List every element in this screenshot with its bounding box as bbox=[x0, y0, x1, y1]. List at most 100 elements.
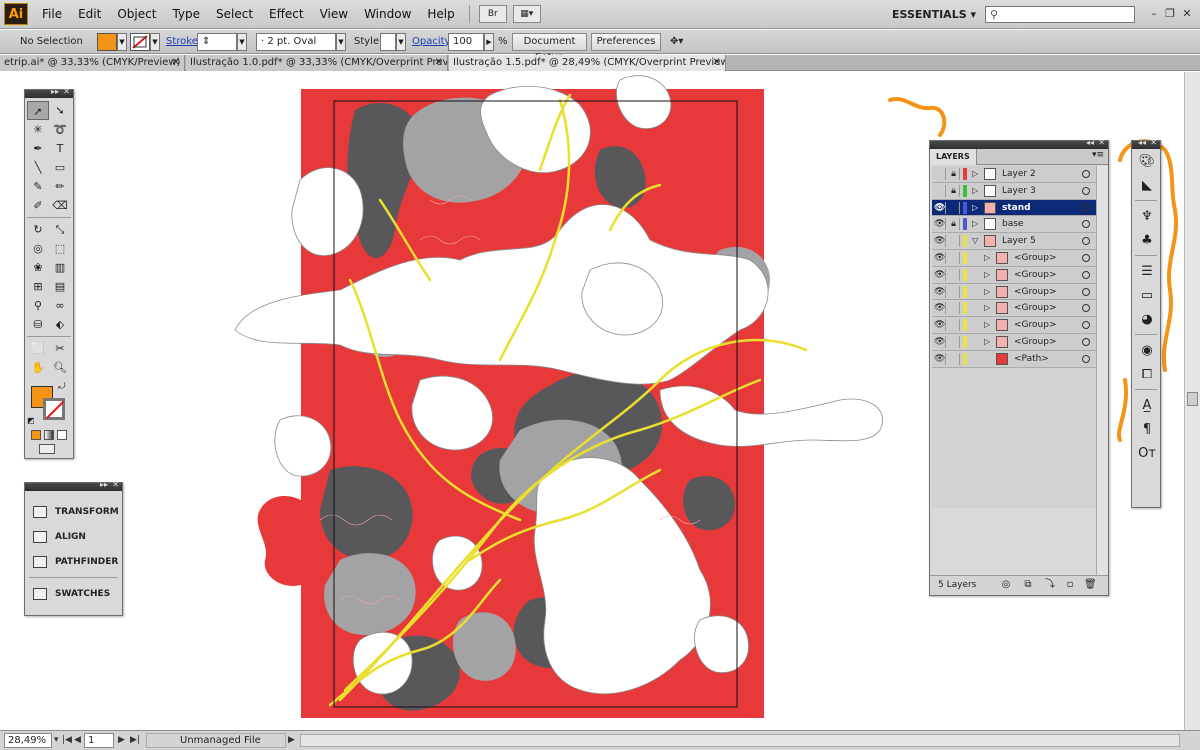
layer-row[interactable]: 👁︎ ▷ <Group> bbox=[932, 333, 1096, 351]
tab-ilustracao-1-0[interactable]: Ilustração 1.0.pdf* @ 33,33% (CMYK/Overp… bbox=[186, 55, 448, 71]
style-dropdown[interactable]: ▼ bbox=[396, 33, 406, 51]
target-circle-icon[interactable] bbox=[1082, 170, 1090, 178]
lock-icon[interactable] bbox=[948, 268, 960, 281]
control-options-icon[interactable]: ✥▾ bbox=[670, 33, 683, 51]
target-circle-icon[interactable] bbox=[1082, 220, 1090, 229]
live-paint-selection-tool-icon[interactable]: ⬖ bbox=[49, 315, 71, 334]
symbols-icon[interactable]: ♣ bbox=[1132, 228, 1162, 252]
target-circle-icon[interactable] bbox=[1082, 354, 1090, 363]
lock-icon[interactable]: 🔒︎ bbox=[948, 218, 960, 231]
type-tool-icon[interactable]: T bbox=[49, 139, 71, 158]
brush-dropdown[interactable]: ▼ bbox=[336, 33, 346, 51]
visibility-eye-icon[interactable] bbox=[934, 184, 946, 197]
bridge-button[interactable]: Br bbox=[478, 5, 507, 23]
collapsed-triangle-icon[interactable]: ▷ bbox=[984, 302, 994, 314]
gradient-panel-icon[interactable]: ▭ bbox=[1132, 283, 1162, 307]
opacity-label[interactable]: Opacity: bbox=[412, 33, 453, 51]
new-layer-icon[interactable]: ▫ bbox=[1064, 579, 1076, 591]
lock-icon[interactable] bbox=[948, 319, 960, 332]
layers-scrollbar[interactable] bbox=[1096, 166, 1108, 576]
transparency-icon[interactable]: ◕ bbox=[1132, 307, 1162, 331]
restore-icon[interactable]: ❐ bbox=[1163, 7, 1177, 21]
locate-object-icon[interactable]: ◎ bbox=[1000, 579, 1012, 591]
target-circle-icon[interactable] bbox=[1082, 253, 1090, 262]
opentype-icon[interactable]: Oт bbox=[1132, 441, 1162, 465]
first-artboard-icon[interactable]: |◀ bbox=[62, 733, 72, 748]
tab-ilustracao-1-5[interactable]: Ilustração 1.5.pdf* @ 28,49% (CMYK/Overp… bbox=[449, 55, 726, 71]
document-setup-button[interactable]: Document Setup bbox=[512, 33, 587, 63]
close-icon[interactable]: ✕ bbox=[1180, 7, 1194, 21]
color-icon[interactable]: ◣ bbox=[1132, 173, 1162, 197]
layer-row[interactable]: 👁︎ 🔒︎ ▷ base bbox=[932, 216, 1096, 234]
collapsed-triangle-icon[interactable]: ▷ bbox=[984, 319, 994, 331]
slice-tool-icon[interactable]: ✂ bbox=[49, 339, 71, 358]
layer-row[interactable]: 👁︎ ▽ Layer 5 bbox=[932, 233, 1096, 250]
collapsed-triangle-icon[interactable]: ▷ bbox=[972, 168, 982, 180]
gradient-mode-icon[interactable] bbox=[44, 430, 54, 440]
menu-type[interactable]: Type bbox=[164, 0, 208, 29]
layer-row[interactable]: 🔒︎ ▷ Layer 2 bbox=[932, 166, 1096, 183]
lock-icon[interactable]: 🔒︎ bbox=[948, 184, 960, 197]
lock-icon[interactable] bbox=[948, 302, 960, 315]
selection-tool-icon[interactable]: ➚ bbox=[27, 101, 49, 120]
vertical-scroll-thumb[interactable] bbox=[1187, 392, 1198, 406]
rectangle-tool-icon[interactable]: ▭ bbox=[49, 158, 71, 177]
layer-row[interactable]: 👁︎ ▷ <Group> bbox=[932, 266, 1096, 284]
tab-close-icon[interactable]: ✕ bbox=[172, 55, 180, 71]
align-panel-button[interactable]: ALIGN bbox=[25, 524, 122, 549]
visibility-eye-icon[interactable]: 👁︎ bbox=[934, 268, 946, 281]
tab-close-icon[interactable]: ✕ bbox=[435, 55, 443, 71]
target-circle-icon[interactable] bbox=[1082, 304, 1090, 313]
layer-row[interactable]: 👁︎ ▷ <Group> bbox=[932, 283, 1096, 301]
lock-icon[interactable]: 🔒︎ bbox=[948, 168, 960, 180]
opacity-field[interactable]: 100 bbox=[448, 33, 484, 51]
tab-etrip[interactable]: etrip.ai* @ 33,33% (CMYK/Preview) ✕ bbox=[0, 55, 185, 71]
visibility-eye-icon[interactable]: 👁︎ bbox=[934, 201, 946, 214]
stroke-color-swatch[interactable] bbox=[130, 33, 150, 51]
tab-layers[interactable]: LAYERS bbox=[930, 149, 977, 165]
screen-mode-icon[interactable] bbox=[39, 444, 55, 454]
expanded-triangle-icon[interactable]: ▽ bbox=[972, 235, 982, 247]
blend-tool-icon[interactable]: ∞ bbox=[49, 296, 71, 315]
menu-effect[interactable]: Effect bbox=[261, 0, 312, 29]
lock-icon[interactable] bbox=[948, 235, 960, 248]
collapsed-triangle-icon[interactable]: ▷ bbox=[984, 336, 994, 348]
visibility-eye-icon[interactable]: 👁︎ bbox=[934, 319, 946, 332]
stroke-dropdown[interactable]: ▼ bbox=[150, 33, 160, 51]
scale-tool-icon[interactable]: ⤡ bbox=[49, 220, 71, 239]
zoom-field[interactable]: 28,49% bbox=[4, 733, 52, 748]
visibility-eye-icon[interactable]: 👁︎ bbox=[934, 251, 946, 264]
collapsed-triangle-icon[interactable] bbox=[984, 353, 994, 365]
panel-grip[interactable]: ◂◂ ✕ bbox=[930, 138, 1108, 149]
lock-icon[interactable] bbox=[948, 335, 960, 348]
color-mode-icon[interactable] bbox=[31, 430, 41, 440]
magic-wand-tool-icon[interactable]: ✳ bbox=[27, 120, 49, 139]
file-status-field[interactable]: Unmanaged File bbox=[146, 733, 286, 748]
panel-grip[interactable]: ◂◂ ✕ bbox=[1132, 138, 1160, 149]
search-input[interactable]: ⚲ bbox=[985, 6, 1135, 23]
lasso-tool-icon[interactable]: ➰ bbox=[49, 120, 71, 139]
gradient-tool-icon[interactable]: ▤ bbox=[49, 277, 71, 296]
next-artboard-icon[interactable]: ▶ bbox=[118, 733, 125, 748]
make-clipping-mask-icon[interactable]: ⧉ bbox=[1022, 579, 1034, 591]
layer-row[interactable]: 👁︎ <Path> bbox=[932, 350, 1096, 368]
fill-color-swatch[interactable] bbox=[97, 33, 117, 51]
layer-row[interactable]: 👁︎ ▷ stand bbox=[932, 199, 1096, 217]
layer-row[interactable]: 🔒︎ ▷ Layer 3 bbox=[932, 182, 1096, 200]
color-guide-icon[interactable]: 🎨︎ bbox=[1132, 149, 1162, 173]
symbol-sprayer-tool-icon[interactable]: ❀ bbox=[27, 258, 49, 277]
target-circle-icon[interactable] bbox=[1082, 237, 1090, 246]
minimize-icon[interactable]: – bbox=[1147, 7, 1161, 21]
brush-field[interactable]: · 2 pt. Oval bbox=[256, 33, 336, 51]
pen-tool-icon[interactable]: ✒ bbox=[27, 139, 49, 158]
stroke-weight-dropdown[interactable]: ▼ bbox=[237, 33, 247, 51]
fill-dropdown[interactable]: ▼ bbox=[117, 33, 127, 51]
stroke-weight-field[interactable]: ⇕ bbox=[197, 33, 237, 51]
panel-menu-icon[interactable]: ▾≡ bbox=[1092, 150, 1104, 160]
visibility-eye-icon[interactable]: 👁︎ bbox=[934, 285, 946, 298]
menu-view[interactable]: View bbox=[312, 0, 356, 29]
layer-row[interactable]: 👁︎ ▷ <Group> bbox=[932, 317, 1096, 334]
free-transform-tool-icon[interactable]: ⬚ bbox=[49, 239, 71, 258]
menu-file[interactable]: File bbox=[34, 0, 70, 29]
brushes-icon[interactable]: ♆ bbox=[1132, 204, 1162, 228]
